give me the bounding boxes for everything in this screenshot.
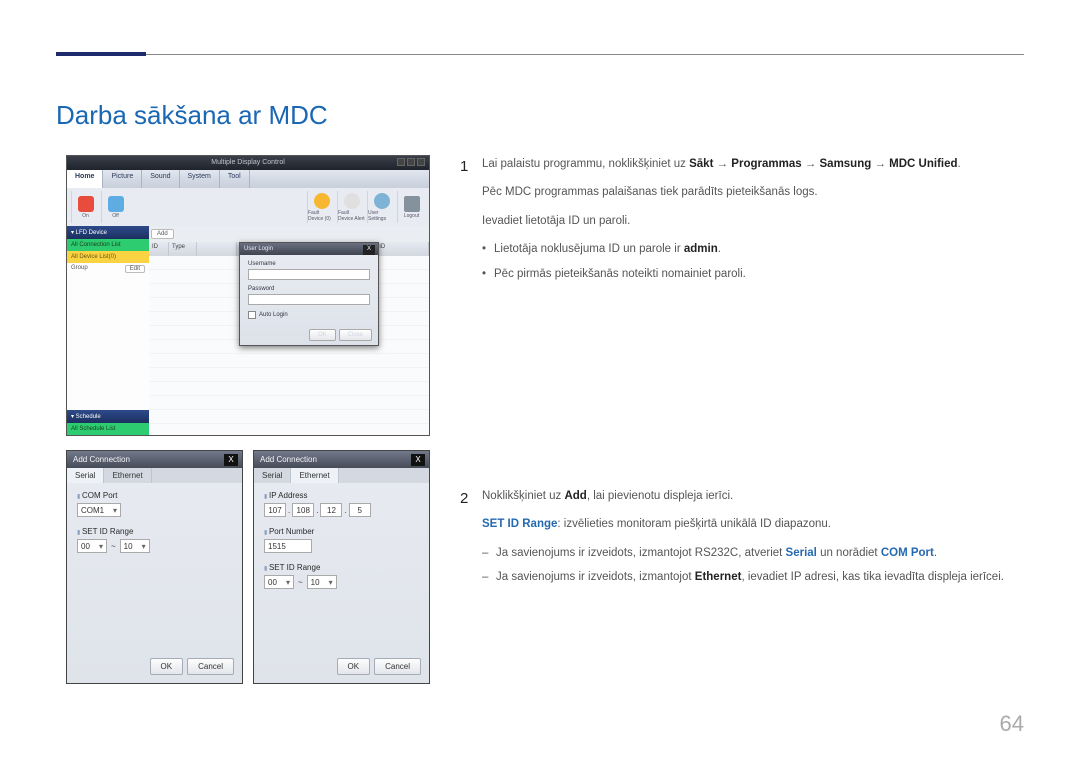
step-number: 1 — [460, 155, 482, 289]
login-title: User Login X — [240, 243, 378, 255]
tab-serial[interactable]: Serial — [254, 468, 291, 483]
tab-ethernet[interactable]: Ethernet — [291, 468, 338, 483]
comport-label: COM Port — [77, 491, 232, 500]
ip-label: IP Address — [264, 491, 419, 500]
toolbar-logout[interactable]: Logout — [397, 191, 425, 223]
ac-title: Add Connection — [260, 455, 317, 464]
close-icon[interactable]: X — [363, 245, 375, 255]
step2-dash1: Ja savienojums ir izveidots, izmantojot … — [482, 544, 1024, 562]
ok-button[interactable]: OK — [337, 658, 371, 675]
sidebar-all-device[interactable]: All Device List(0) — [67, 251, 149, 263]
tab-system[interactable]: System — [180, 170, 220, 188]
close-icon[interactable]: X — [411, 454, 425, 466]
add-connection-serial: Add Connection X Serial Ethernet COM Por… — [66, 450, 243, 684]
step-2: 2 Noklikšķiniet uz Add, lai pievienotu d… — [460, 487, 1024, 593]
tab-tool[interactable]: Tool — [220, 170, 250, 188]
toolbar: On Off Fault Device (0) Fault Device Ale… — [67, 188, 429, 226]
tab-home[interactable]: Home — [67, 170, 103, 188]
ip-input[interactable]: 107. 108. 12. 5 — [264, 503, 419, 517]
add-connection-ethernet: Add Connection X Serial Ethernet IP Addr… — [253, 450, 430, 684]
setid-label: SET ID Range — [77, 527, 232, 536]
username-label: Username — [248, 261, 370, 267]
auto-login-checkbox[interactable]: Auto Login — [248, 311, 370, 319]
ac-title: Add Connection — [73, 455, 130, 464]
sidebar-lfd-header[interactable]: ▾ LFD Device — [67, 226, 149, 239]
setid-to[interactable]: 10 — [307, 575, 337, 589]
step2-line1: Noklikšķiniet uz Add, lai pievienotu dis… — [482, 487, 1024, 505]
sidebar-schedule-header[interactable]: ▾ Schedule — [67, 410, 149, 423]
toolbar-user-settings[interactable]: User Settings — [367, 191, 395, 223]
setid-to[interactable]: 10 — [120, 539, 150, 553]
list-toolbar: Add — [149, 226, 429, 242]
cancel-button[interactable]: Cancel — [187, 658, 234, 675]
close-icon[interactable]: X — [224, 454, 238, 466]
login-ok-button[interactable]: OK — [309, 329, 336, 341]
step-number: 2 — [460, 487, 482, 593]
username-input[interactable] — [248, 269, 370, 280]
step1-bullet1: Lietotāja noklusējuma ID un parole ir ad… — [482, 240, 1024, 258]
section-title: Darba sākšana ar MDC — [56, 100, 328, 131]
toolbar-off[interactable]: Off — [101, 191, 129, 223]
header-accent — [56, 52, 146, 56]
tab-picture[interactable]: Picture — [103, 170, 142, 188]
sidebar-all-connection[interactable]: All Connection List — [67, 239, 149, 251]
window-buttons — [397, 158, 425, 166]
setid-label: SET ID Range — [264, 563, 419, 572]
user-login-dialog: User Login X Username Password Auto Logi… — [239, 242, 379, 346]
sidebar-group: Group Edit — [67, 263, 149, 410]
port-input[interactable]: 1515 — [264, 539, 312, 553]
mdc-main-screenshot: Multiple Display Control Home Picture So… — [66, 155, 430, 436]
step1-line3: Ievadiet lietotāja ID un paroli. — [482, 212, 1024, 230]
step1-bullet2: Pēc pirmās pieteikšanās noteikti nomaini… — [482, 265, 1024, 283]
step1-line2: Pēc MDC programmas palaišanas tiek parād… — [482, 183, 1024, 201]
comport-select[interactable]: COM1 — [77, 503, 121, 517]
toolbar-on[interactable]: On — [71, 191, 99, 223]
step1-line1: Lai palaistu programmu, noklikšķiniet uz… — [482, 155, 1024, 173]
tab-sound[interactable]: Sound — [142, 170, 179, 188]
password-input[interactable] — [248, 294, 370, 305]
cancel-button[interactable]: Cancel — [374, 658, 421, 675]
step-1: 1 Lai palaistu programmu, noklikšķiniet … — [460, 155, 1024, 289]
ok-button[interactable]: OK — [150, 658, 184, 675]
tab-ethernet[interactable]: Ethernet — [104, 468, 151, 483]
header-rule — [56, 54, 1024, 55]
page-number: 64 — [1000, 711, 1024, 737]
sidebar-edit-button[interactable]: Edit — [125, 265, 145, 273]
sidebar-all-schedule[interactable]: All Schedule List — [67, 423, 149, 435]
window-title: Multiple Display Control — [211, 159, 285, 166]
login-close-button[interactable]: Close — [339, 329, 372, 341]
tab-serial[interactable]: Serial — [67, 468, 104, 483]
step2-line2: SET ID Range: izvēlieties monitoram pieš… — [482, 515, 1024, 533]
add-button[interactable]: Add — [151, 229, 174, 239]
step2-dash2: Ja savienojums ir izveidots, izmantojot … — [482, 568, 1024, 586]
sidebar: ▾ LFD Device All Connection List All Dev… — [67, 226, 149, 435]
setid-from[interactable]: 00 — [77, 539, 107, 553]
setid-from[interactable]: 00 — [264, 575, 294, 589]
toolbar-fault-device[interactable]: Fault Device (0) — [307, 191, 335, 223]
password-label: Password — [248, 286, 370, 292]
window-titlebar: Multiple Display Control — [67, 156, 429, 170]
ribbon-tabs: Home Picture Sound System Tool — [67, 170, 429, 188]
toolbar-fault-alert[interactable]: Fault Device Alert — [337, 191, 365, 223]
port-label: Port Number — [264, 527, 419, 536]
